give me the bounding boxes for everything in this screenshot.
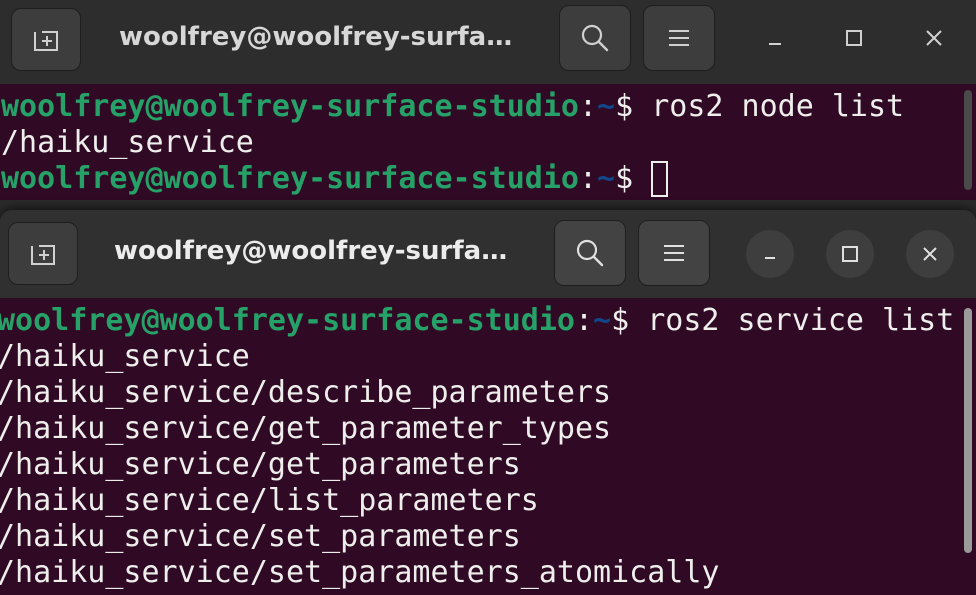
minimize-icon xyxy=(765,257,775,259)
output-line: /haiku_service/set_parameters xyxy=(0,519,521,554)
prompt-sign: $ xyxy=(615,161,652,196)
window-title: woolfrey@woolfrey-surfa… xyxy=(119,22,513,52)
minimize-icon xyxy=(769,43,781,45)
minimize-button[interactable] xyxy=(755,18,795,58)
prompt-path: ~ xyxy=(597,161,616,196)
output-line: /haiku_service/list_parameters xyxy=(0,483,539,518)
new-tab-button[interactable] xyxy=(8,222,78,285)
maximize-icon xyxy=(842,246,858,262)
hamburger-menu-icon xyxy=(669,30,689,46)
close-icon xyxy=(926,30,942,46)
close-button[interactable] xyxy=(914,18,954,58)
prompt-user: woolfrey@woolfrey-surface-studio xyxy=(1,161,579,196)
prompt-path: ~ xyxy=(593,303,612,338)
new-tab-button[interactable] xyxy=(11,8,81,71)
terminal-window-front[interactable]: woolfrey@woolfrey-surfa… woolfrey@woolfr… xyxy=(0,210,976,595)
close-icon xyxy=(923,247,937,261)
prompt-sign: $ xyxy=(615,89,652,124)
search-button[interactable] xyxy=(554,220,626,286)
command-text: ros2 node list xyxy=(651,89,905,124)
new-tab-icon xyxy=(34,30,58,51)
output-line: /haiku_service/get_parameters xyxy=(0,447,521,482)
prompt-line-current[interactable]: woolfrey@woolfrey-surface-studio:~$ xyxy=(1,161,669,197)
window-title: woolfrey@woolfrey-surfa… xyxy=(114,236,508,266)
titlebar[interactable]: woolfrey@woolfrey-surfa… xyxy=(0,210,976,298)
output-line: /haiku_service xyxy=(0,339,250,374)
menu-button[interactable] xyxy=(638,220,710,286)
maximize-button[interactable] xyxy=(834,18,874,58)
prompt-user: woolfrey@woolfrey-surface-studio xyxy=(0,303,575,338)
output-line: /haiku_service/set_parameters_atomically xyxy=(0,555,720,590)
scrollbar[interactable] xyxy=(964,308,972,553)
hamburger-menu-icon xyxy=(664,245,684,261)
search-icon xyxy=(581,24,609,52)
menu-button[interactable] xyxy=(643,5,715,71)
prompt-line: woolfrey@woolfrey-surface-studio:~$ ros2… xyxy=(1,89,904,125)
new-tab-icon xyxy=(31,244,55,265)
terminal-output[interactable]: woolfrey@woolfrey-surface-studio:~$ ros2… xyxy=(0,84,976,200)
output-line: /haiku_service xyxy=(1,125,254,160)
text-cursor xyxy=(651,161,669,197)
minimize-button[interactable] xyxy=(746,230,794,278)
output-line: /haiku_service/get_parameter_types xyxy=(0,411,612,446)
close-button[interactable] xyxy=(906,230,954,278)
prompt-path: ~ xyxy=(597,89,616,124)
prompt-separator: : xyxy=(574,303,594,338)
output-line: /haiku_service/describe_parameters xyxy=(0,375,612,410)
terminal-window-back[interactable]: woolfrey@woolfrey-surfa… woolfrey@woolfr… xyxy=(0,0,976,200)
prompt-separator: : xyxy=(578,89,598,124)
search-icon xyxy=(576,239,604,267)
command-text: ros2 service list xyxy=(647,303,955,338)
prompt-separator: : xyxy=(578,161,598,196)
maximize-icon xyxy=(846,30,862,46)
prompt-sign: $ xyxy=(611,303,648,338)
prompt-user: woolfrey@woolfrey-surface-studio xyxy=(1,89,579,124)
titlebar[interactable]: woolfrey@woolfrey-surfa… xyxy=(0,0,976,84)
maximize-button[interactable] xyxy=(826,230,874,278)
prompt-line: woolfrey@woolfrey-surface-studio:~$ ros2… xyxy=(0,303,954,339)
scrollbar[interactable] xyxy=(964,90,972,190)
terminal-output[interactable]: woolfrey@woolfrey-surface-studio:~$ ros2… xyxy=(0,298,976,595)
search-button[interactable] xyxy=(559,5,631,71)
